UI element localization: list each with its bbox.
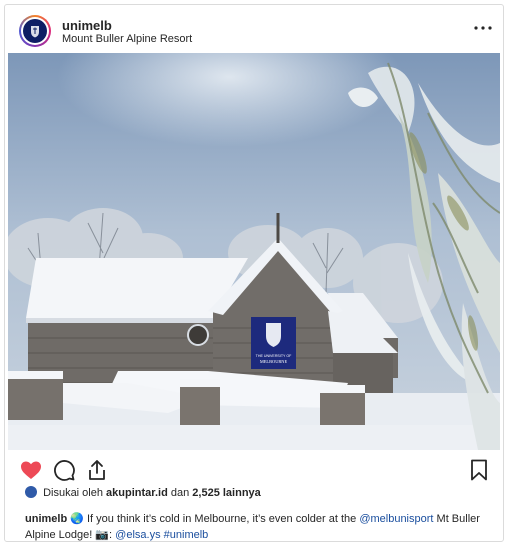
bookmark-icon[interactable]	[467, 458, 491, 482]
post-header: unimelb Mount Buller Alpine Resort	[5, 5, 503, 55]
more-horizontal-icon[interactable]	[473, 20, 493, 36]
share-icon[interactable]	[85, 458, 109, 482]
likes-connector: dan	[170, 487, 190, 499]
post-actions	[5, 455, 503, 485]
avatar[interactable]	[19, 15, 51, 47]
likes-suffix[interactable]: lainnya	[223, 487, 261, 499]
heart-filled-icon[interactable]	[19, 458, 43, 482]
photographer-mention-link[interactable]: @elsa.ys	[115, 529, 160, 541]
comment-icon[interactable]	[52, 458, 76, 482]
post-card: unimelb Mount Buller Alpine Resort THE U…	[4, 4, 504, 542]
likes-summary: Disukai oleh akupintar.id dan 2,525 lain…	[25, 486, 261, 499]
sign-text-line2: MELBOURNE	[260, 359, 288, 364]
caption-colon: :	[109, 529, 113, 541]
post-photo[interactable]: THE UNIVERSITY OF MELBOURNE	[8, 53, 500, 450]
university-logo	[23, 19, 47, 43]
post-caption: unimelb 🌏 If you think it’s cold in Melb…	[25, 511, 485, 543]
liker-avatar[interactable]	[25, 486, 37, 498]
hashtag-link[interactable]: #unimelb	[164, 529, 209, 541]
sign-text-line1: THE UNIVERSITY OF	[256, 354, 292, 358]
likes-prefix: Disukai oleh	[43, 487, 103, 499]
likes-count[interactable]: 2,525	[192, 487, 220, 499]
globe-emoji: 🌏	[70, 513, 84, 525]
caption-username[interactable]: unimelb	[25, 513, 67, 525]
caption-text-1: If you think it’s cold in Melbourne, it’…	[87, 513, 357, 525]
post-username[interactable]: unimelb	[62, 18, 112, 33]
mention-link[interactable]: @melbunisport	[359, 513, 433, 525]
post-location[interactable]: Mount Buller Alpine Resort	[62, 33, 192, 45]
liker-username[interactable]: akupintar.id	[106, 487, 168, 499]
camera-emoji: 📷	[95, 529, 110, 541]
